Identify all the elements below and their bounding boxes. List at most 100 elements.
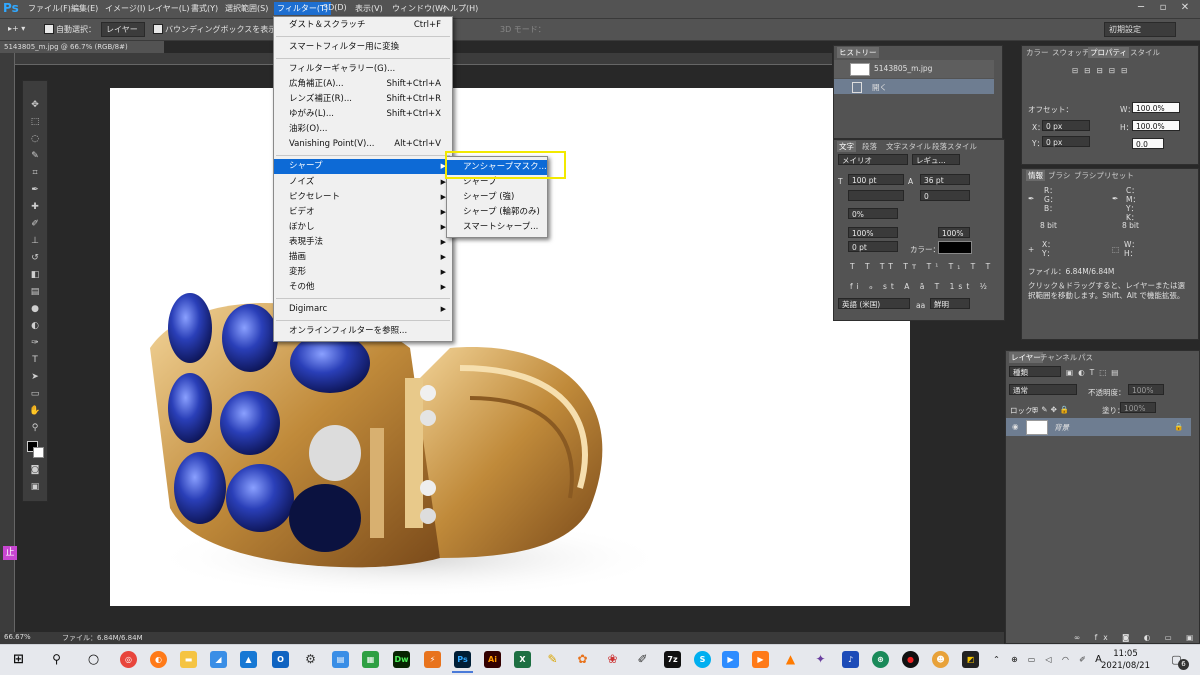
hand-tool-icon[interactable]: ✋ [29,405,41,417]
firefox-icon[interactable]: ◐ [150,651,167,668]
clone-stamp-tool-icon[interactable]: ⊥ [29,235,41,247]
volume-icon[interactable]: ◁ [1042,651,1055,668]
blend-mode-select[interactable]: 通常 [1009,384,1077,395]
brush-tool-icon[interactable]: ✐ [29,218,41,230]
tab-character-style[interactable]: 文字スタイル [886,141,931,152]
tab-brush[interactable]: ブラシ [1048,170,1070,181]
menu-item-distort[interactable]: 変形 ▶ [274,265,452,280]
app-icon-3[interactable]: ▦ [362,651,379,668]
menu-item-smart-filter[interactable]: スマートフィルター用に変換 [274,40,452,55]
history-brush-tool-icon[interactable]: ↺ [29,252,41,264]
tab-paragraph-style[interactable]: 段落スタイル [932,141,977,152]
text-color-swatch[interactable] [938,241,972,254]
healing-brush-tool-icon[interactable]: ✚ [29,201,41,213]
shape-tool-icon[interactable]: ▭ [29,388,41,400]
illustrator-icon[interactable]: Ai [484,651,501,668]
menu-item-vanishing-point[interactable]: Vanishing Point(V)... Alt+Ctrl+V [274,137,452,152]
skype-icon[interactable]: S [694,651,711,668]
layer-row-background[interactable]: ◉ 背景 🔒 [1006,418,1191,436]
language-select[interactable]: 英語 (米国) [838,298,910,309]
vlc-icon[interactable]: ▲ [782,651,799,668]
move-tool-icon[interactable]: ▸+ ▾ [8,24,25,33]
screen-mode-icon[interactable]: ▣ [29,481,41,493]
app-icon-5[interactable]: ✎ [544,651,561,668]
tab-brush-presets[interactable]: ブラシプリセット [1074,170,1134,181]
app-icon-12[interactable]: ◩ [962,651,979,668]
menu-item-filter-gallery[interactable]: フィルターギャラリー(G)... [274,62,452,77]
menu-item-liquify[interactable]: ゆがみ(L)... Shift+Ctrl+X [274,107,452,122]
tab-swatches[interactable]: スウォッチ [1052,47,1090,58]
baseline-shift-field[interactable]: 0 pt [848,241,898,252]
menu-window[interactable]: ウィンドウ(W) [392,3,446,14]
file-explorer-icon[interactable]: ▬ [180,651,197,668]
settings-gear-icon[interactable]: ⚙ [302,651,319,668]
tab-history[interactable]: ヒストリー [837,47,879,58]
antialias-select[interactable]: 鮮明 [930,298,970,309]
maximize-icon[interactable]: ▫ [1152,0,1174,16]
wifi-icon[interactable]: ◠ [1059,651,1072,668]
blur-tool-icon[interactable]: ● [29,303,41,315]
tab-paths[interactable]: パス [1078,352,1093,363]
menu-layer[interactable]: レイヤー(L) [147,3,189,14]
width-field[interactable]: 100.0% [1132,102,1180,113]
layer-filter-icons[interactable]: ▣◐T⬚▤ [1066,368,1123,377]
tab-character[interactable]: 文字 [837,141,856,152]
menu-item-noise[interactable]: ノイズ ▶ [274,175,452,190]
menu-item-digimarc[interactable]: Digimarc ▶ [274,302,452,317]
align-buttons[interactable]: ⊟⊟⊟⊟⊟ [1072,66,1133,75]
dodge-tool-icon[interactable]: ◐ [29,320,41,332]
history-step-open[interactable]: 開く [834,79,994,94]
task-view-icon[interactable]: ○ [85,651,102,668]
menu-view[interactable]: 表示(V) [355,3,383,14]
menu-item-lens-correction[interactable]: レンズ補正(R)... Shift+Ctrl+R [274,92,452,107]
battery-icon[interactable]: ▭ [1025,651,1038,668]
vertical-scale-field[interactable]: 100% [848,227,898,238]
workspace-dropdown[interactable]: 初期設定 [1104,22,1176,37]
pen-tool-icon[interactable]: ✑ [29,337,41,349]
tray-chevron-up-icon[interactable]: ⌃ [990,651,1003,668]
app-icon-10[interactable]: ⊛ [872,651,889,668]
menu-item-render[interactable]: 描画 ▶ [274,250,452,265]
app-icon-6[interactable]: ❀ [604,651,621,668]
menu-type[interactable]: 書式(Y) [191,3,218,14]
tracking-field[interactable]: 0 [920,190,970,201]
tab-info[interactable]: 情報 [1026,170,1045,181]
outlook-icon[interactable]: O [272,651,289,668]
app-icon-8[interactable]: ▶ [752,651,769,668]
opentype-buttons[interactable]: fi ℴ st A ā T 1st ½ [850,282,991,291]
text-style-buttons[interactable]: T T TT Tт T¹ T₁ T T [850,262,994,271]
lock-icons[interactable]: ⊞✎✥🔒 [1032,405,1072,414]
music-icon[interactable]: ♪ [842,651,859,668]
tab-paragraph[interactable]: 段落 [862,141,877,152]
auto-select-checkbox[interactable] [44,24,54,34]
background-color-swatch[interactable] [33,447,44,458]
tsume-field[interactable]: 0% [848,208,898,219]
close-icon[interactable]: ✕ [1174,0,1196,16]
app-icon-4[interactable]: ⚡ [424,651,441,668]
height-field[interactable]: 100.0% [1132,120,1180,131]
taskbar-clock[interactable]: 11:05 2021/08/21 [1101,648,1150,672]
layer-bottom-buttons[interactable]: ∞ fx ◙ ◐ ▭ ▣ ▤ [1074,633,1200,642]
dreamweaver-icon[interactable]: Dw [393,651,410,668]
windows-start-icon[interactable]: ⊞ [10,651,27,668]
menu-item-other[interactable]: その他 ▶ [274,280,452,295]
path-select-tool-icon[interactable]: ➤ [29,371,41,383]
eyedropper-tool-icon[interactable]: ✒ [29,184,41,196]
menu-item-oil-paint[interactable]: 油彩(O)... [274,122,452,137]
menu-image[interactable]: イメージ(I) [105,3,145,14]
tab-channels[interactable]: チャンネル [1040,352,1077,363]
menu-item-pixelate[interactable]: ピクセレート ▶ [274,190,452,205]
menu-item-adaptive-wide-angle[interactable]: 広角補正(A)... Shift+Ctrl+A [274,77,452,92]
quick-mask-icon[interactable]: ◙ [29,464,41,476]
leading-field[interactable]: 36 pt [920,174,970,185]
x-offset-field[interactable]: 0 px [1042,120,1090,131]
font-size-field[interactable]: 100 pt [848,174,904,185]
menu-item-browse-online[interactable]: オンラインフィルターを参照... [274,324,452,339]
photos-icon[interactable]: ▲ [240,651,257,668]
photoshop-taskbar-icon[interactable]: Ps [454,651,471,668]
fill-field[interactable]: 100% [1120,402,1156,413]
tab-styles[interactable]: スタイル [1130,47,1160,58]
marquee-tool-icon[interactable]: ⬚ [29,116,41,128]
app-icon-2[interactable]: ▤ [332,651,349,668]
auto-select-dropdown[interactable]: レイヤー [101,22,145,37]
